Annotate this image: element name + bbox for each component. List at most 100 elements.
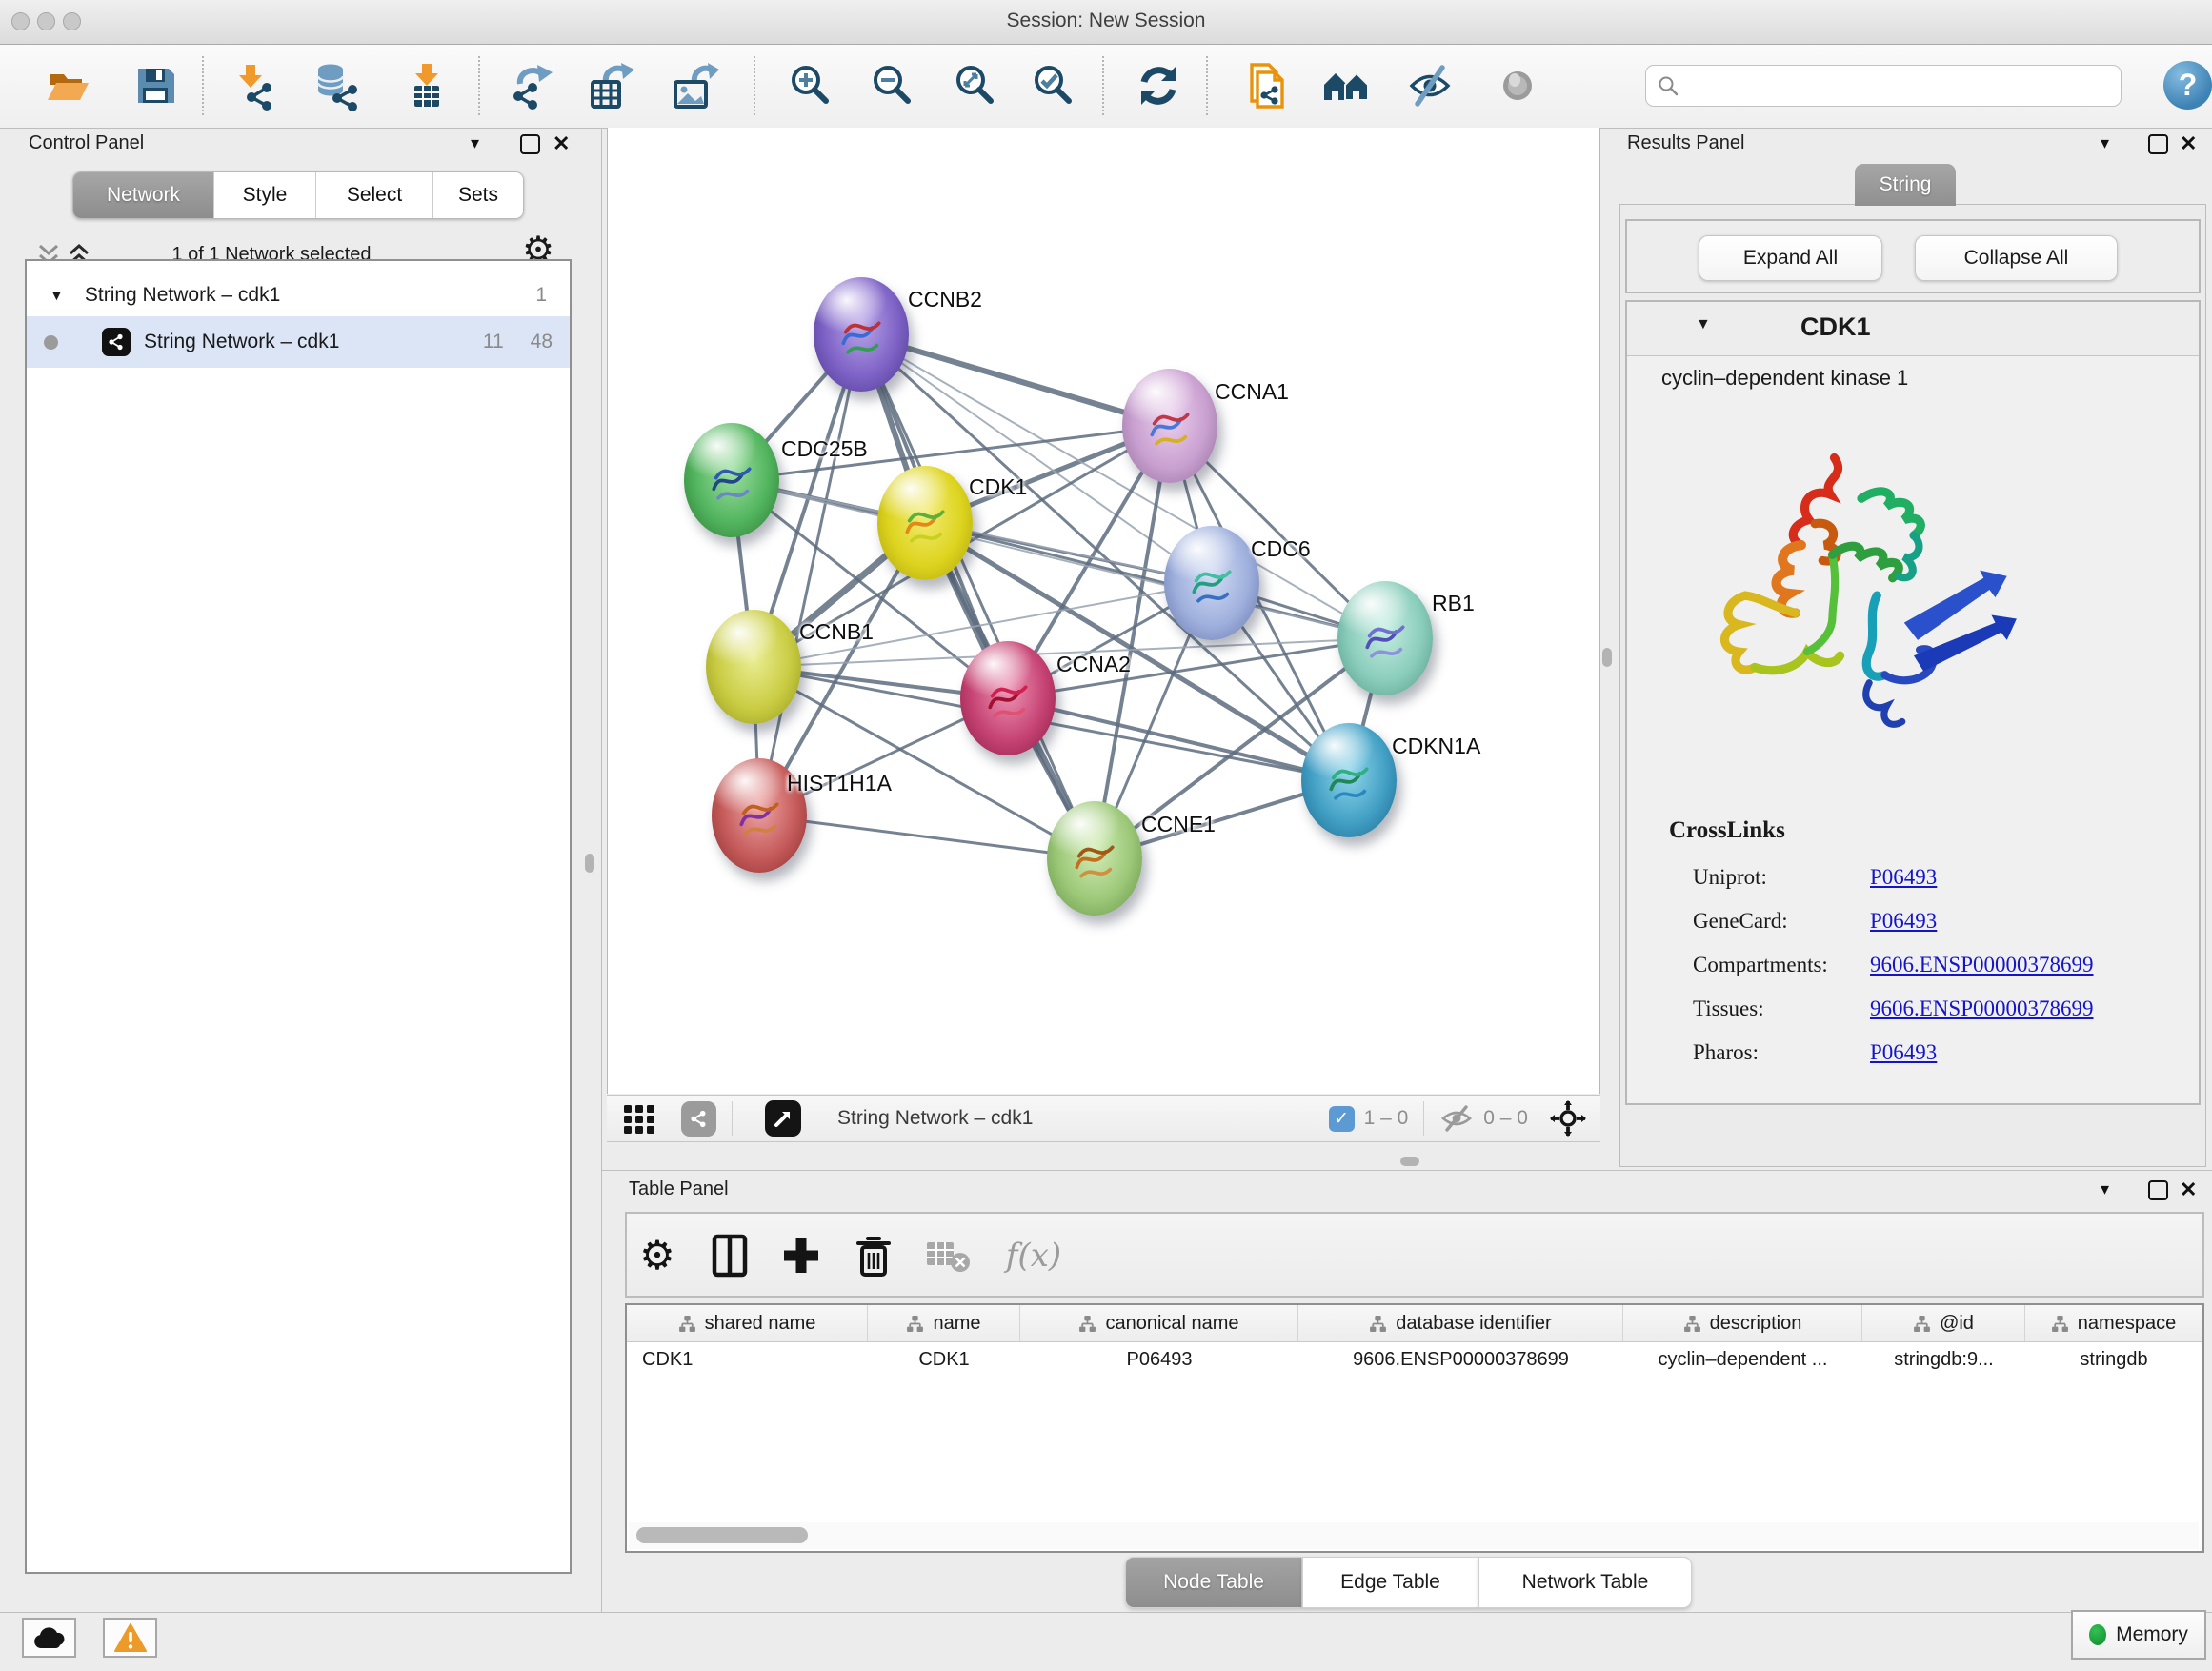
add-row-plus-icon[interactable] <box>776 1231 826 1280</box>
network-node-CCNB2[interactable] <box>814 277 909 392</box>
network-node-CCNA1[interactable] <box>1122 369 1217 483</box>
crosslink-row: Uniprot:P06493 <box>1693 856 2094 899</box>
network-node-CCNB1[interactable] <box>706 610 801 724</box>
control-panel-menu-icon[interactable]: ▾ <box>471 133 479 153</box>
results-panel-menu-icon[interactable]: ▾ <box>2101 133 2109 153</box>
warnings-button[interactable] <box>103 1618 157 1658</box>
collapse-all-button[interactable]: Collapse All <box>1915 235 2118 281</box>
column-header-canonical-name[interactable]: canonical name <box>1020 1305 1298 1341</box>
zoom-in-button[interactable] <box>783 58 836 113</box>
table-options-gear-icon[interactable]: ⚙ <box>633 1231 682 1280</box>
table-cell[interactable]: cyclin–dependent ... <box>1623 1349 1862 1371</box>
refresh-button[interactable] <box>1132 58 1185 113</box>
grid-view-icon[interactable] <box>622 1101 656 1136</box>
table-panel-float-icon[interactable] <box>2148 1180 2168 1200</box>
cloud-button[interactable] <box>22 1618 76 1658</box>
bottom-splitter-handle[interactable] <box>1400 1157 1419 1166</box>
tab-edge-table[interactable]: Edge Table <box>1302 1557 1478 1608</box>
crosslink-link[interactable]: 9606.ENSP00000378699 <box>1870 953 2094 977</box>
table-cell[interactable]: CDK1 <box>868 1349 1020 1371</box>
column-header-shared-name[interactable]: shared name <box>627 1305 868 1341</box>
crosslink-link[interactable]: P06493 <box>1870 865 1937 890</box>
network-view-canvas[interactable]: CCNB2CCNA1CDC25BCDK1CDC6RB1CCNB1CCNA2CDK… <box>607 128 1600 1094</box>
network-node-CDC6[interactable] <box>1164 526 1259 640</box>
create-column-icon[interactable] <box>705 1231 754 1280</box>
table-panel-menu-icon[interactable]: ▾ <box>2101 1179 2109 1199</box>
tab-network[interactable]: Network <box>73 172 214 218</box>
network-edge[interactable] <box>759 334 861 815</box>
zoom-fit-button[interactable] <box>948 58 1001 113</box>
table-cell[interactable]: stringdb:9... <box>1862 1349 2025 1371</box>
network-node-CDKN1A[interactable] <box>1301 723 1397 837</box>
fit-content-crosshair-icon[interactable] <box>1549 1099 1587 1137</box>
tab-string[interactable]: String <box>1855 164 1956 206</box>
import-network-database-button[interactable] <box>309 58 362 113</box>
column-header-description[interactable]: description <box>1623 1305 1862 1341</box>
table-row[interactable]: CDK1CDK1P064939606.ENSP00000378699cyclin… <box>627 1342 2202 1378</box>
tab-node-table[interactable]: Node Table <box>1125 1557 1302 1608</box>
network-collection-row[interactable]: ▼ String Network – cdk1 1 <box>27 274 570 316</box>
tab-network-table[interactable]: Network Table <box>1478 1557 1692 1608</box>
control-panel-float-icon[interactable] <box>520 134 540 154</box>
search-box[interactable] <box>1645 65 2122 107</box>
open-session-button[interactable] <box>41 58 94 113</box>
network-edge[interactable] <box>861 334 1095 858</box>
help-button[interactable]: ? <box>2163 61 2212 110</box>
zoom-out-button[interactable] <box>865 58 918 113</box>
right-splitter-handle[interactable] <box>1602 648 1612 667</box>
open-document-share-button[interactable] <box>1240 58 1294 113</box>
delete-trash-icon[interactable] <box>849 1231 898 1280</box>
export-network-button[interactable] <box>505 58 558 113</box>
network-node-CDK1[interactable] <box>877 466 973 580</box>
results-panel-close-icon[interactable]: ✕ <box>2180 131 2197 156</box>
save-session-button[interactable] <box>129 58 182 113</box>
table-cell[interactable]: stringdb <box>2025 1349 2202 1371</box>
home-button[interactable] <box>1319 58 1373 113</box>
tab-select[interactable]: Select <box>316 172 433 218</box>
export-table-button[interactable] <box>583 58 636 113</box>
zoom-selected-button[interactable] <box>1026 58 1079 113</box>
import-network-file-button[interactable] <box>227 58 280 113</box>
column-header-database-identifier[interactable]: database identifier <box>1298 1305 1623 1341</box>
hide-eye-button[interactable] <box>1403 58 1457 113</box>
chevron-down-icon[interactable]: ▼ <box>50 288 64 304</box>
crosslink-link[interactable]: 9606.ENSP00000378699 <box>1870 997 2094 1021</box>
network-edge[interactable] <box>759 815 1095 858</box>
network-node-CCNE1[interactable] <box>1047 801 1142 916</box>
table-horizontal-scrollbar[interactable] <box>629 1522 2199 1549</box>
table-cell[interactable]: 9606.ENSP00000378699 <box>1298 1349 1623 1371</box>
table-panel-close-icon[interactable]: ✕ <box>2180 1178 2197 1202</box>
export-image-button[interactable] <box>668 58 721 113</box>
selected-checkbox-icon[interactable]: ✓ <box>1329 1106 1355 1132</box>
network-edge[interactable] <box>1008 698 1349 780</box>
network-type-share-icon[interactable] <box>681 1101 716 1137</box>
left-splitter[interactable] <box>601 128 602 1612</box>
left-splitter-handle[interactable] <box>585 854 594 873</box>
control-panel-close-icon[interactable]: ✕ <box>553 131 570 156</box>
scrollbar-thumb[interactable] <box>636 1527 808 1543</box>
network-node-CDC25B[interactable] <box>684 423 779 537</box>
network-node-CCNA2[interactable] <box>960 641 1056 755</box>
horizontal-splitter[interactable] <box>602 1170 2212 1171</box>
tab-sets[interactable]: Sets <box>433 172 523 218</box>
tab-style[interactable]: Style <box>214 172 316 218</box>
results-panel-float-icon[interactable] <box>2148 134 2168 154</box>
node-table[interactable]: shared namenamecanonical namedatabase id… <box>625 1303 2204 1553</box>
network-row[interactable]: String Network – cdk1 11 48 <box>27 316 570 368</box>
memory-button[interactable]: Memory <box>2071 1610 2206 1660</box>
crosslink-link[interactable]: P06493 <box>1870 1040 1937 1065</box>
section-collapse-triangle-icon[interactable]: ▼ <box>1696 316 1711 333</box>
table-cell[interactable]: CDK1 <box>627 1349 868 1371</box>
import-table-file-button[interactable] <box>400 58 453 113</box>
birds-eye-view-icon[interactable] <box>765 1100 801 1137</box>
results-section-header[interactable] <box>1627 302 2199 356</box>
column-header-name[interactable]: name <box>868 1305 1020 1341</box>
column-header--id[interactable]: @id <box>1862 1305 2025 1341</box>
show-orb-button[interactable] <box>1491 58 1544 113</box>
expand-all-button[interactable]: Expand All <box>1699 235 1882 281</box>
crosslink-link[interactable]: P06493 <box>1870 909 1937 934</box>
table-cell[interactable]: P06493 <box>1020 1349 1298 1371</box>
search-input[interactable] <box>1686 74 2109 98</box>
column-header-namespace[interactable]: namespace <box>2025 1305 2202 1341</box>
network-node-RB1[interactable] <box>1337 581 1433 695</box>
